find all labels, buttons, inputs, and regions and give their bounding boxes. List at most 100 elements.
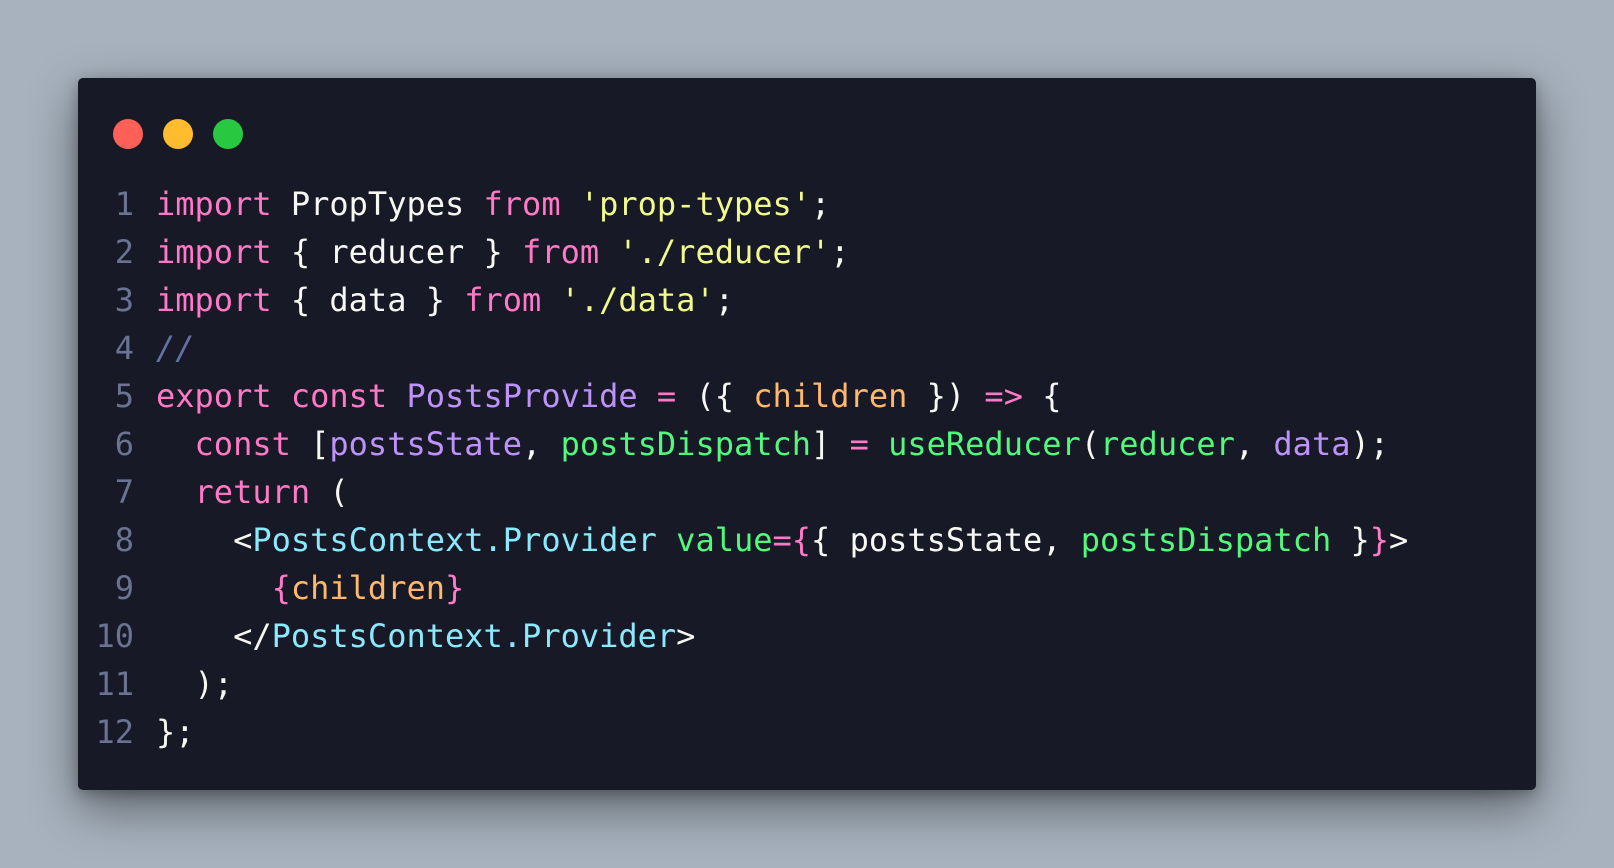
line-content: import { data } from './data'; <box>156 276 734 324</box>
code-line: 3 import { data } from './data'; <box>78 276 1408 324</box>
code-token: from <box>464 281 542 319</box>
code-token: children <box>753 377 908 415</box>
code-token: PostsProvide <box>406 377 638 415</box>
code-token: ({ <box>676 377 754 415</box>
line-number: 10 <box>95 617 134 655</box>
code-token: './data' <box>560 281 715 319</box>
code-token: { <box>271 569 291 607</box>
line-number: 8 <box>114 521 134 559</box>
code-token: const <box>194 425 291 463</box>
code-window: 1 import PropTypes from 'prop-types'; 2 imp… <box>78 78 1536 790</box>
code-token: { data } <box>271 281 465 319</box>
code-token: [ <box>290 425 330 463</box>
code-token: { reducer } <box>271 233 523 271</box>
code-line: 1 import PropTypes from 'prop-types'; <box>78 180 1408 228</box>
code-token: , <box>1234 425 1274 463</box>
line-content: const [postsState, postsDispatch] = useR… <box>156 420 1389 468</box>
code-token: ); <box>1350 425 1389 463</box>
code-line: 10 </PostsContext.Provider> <box>78 612 1408 660</box>
code-token: }; <box>156 713 195 751</box>
line-number: 12 <box>95 713 134 751</box>
line-number: 3 <box>114 281 134 319</box>
code-line: 12}; <box>78 708 1408 756</box>
line-content: import { reducer } from './reducer'; <box>156 228 850 276</box>
code-token: ( <box>310 473 349 511</box>
code-token: { <box>791 521 812 559</box>
code-token: = <box>772 521 792 559</box>
line-content: return ( <box>156 468 349 516</box>
code-token: PostsContext.Provider <box>252 521 657 559</box>
line-number: 9 <box>114 569 134 607</box>
code-line: 8 <PostsContext.Provider value={{ postsS… <box>78 516 1409 564</box>
code-line: 7 return ( <box>78 468 1408 516</box>
code-line: 9 {children} <box>78 564 1408 612</box>
code-token: PostsContext.Provider <box>271 617 677 655</box>
line-content: // <box>156 324 195 372</box>
window-controls <box>113 119 263 149</box>
code-token: ] <box>811 425 850 463</box>
code-token: import <box>156 185 272 223</box>
code-token: postsState <box>329 425 523 463</box>
code-token: children <box>290 569 445 607</box>
code-token: value <box>676 521 773 559</box>
code-token: ; <box>811 185 831 223</box>
code-token: export <box>156 377 272 415</box>
code-token: ; <box>830 233 850 271</box>
close-dot[interactable] <box>113 119 143 149</box>
line-number: 6 <box>114 425 134 463</box>
code-token: ); <box>156 665 234 703</box>
line-content: export const PostsProvide = ({ children … <box>156 372 1061 420</box>
code-token: } <box>444 569 465 607</box>
code-token: ; <box>714 281 734 319</box>
code-token: > <box>676 617 696 655</box>
maximize-dot[interactable] <box>213 119 243 149</box>
code-token: } <box>1369 521 1389 559</box>
code-token: < <box>156 521 253 559</box>
line-number: 5 <box>114 377 134 415</box>
code-token: postsDispatch <box>560 425 812 463</box>
code-token: ( <box>1080 425 1101 463</box>
code-token: </ <box>156 617 272 655</box>
code-token: from <box>483 185 561 223</box>
code-token: PropTypes <box>271 185 484 223</box>
code-token: { postsState, <box>811 521 1081 559</box>
line-content: <PostsContext.Provider value={{ postsSta… <box>156 516 1408 564</box>
code-line: 5 export const PostsProvide = ({ children… <box>78 372 1408 420</box>
code-line: 6 const [postsState, postsDispatch] = us… <box>78 420 1408 468</box>
code-token: from <box>522 233 600 271</box>
code-token: = <box>849 425 869 463</box>
line-content: </PostsContext.Provider> <box>156 612 695 660</box>
code-line: 4 // <box>78 324 1408 372</box>
code-token: , <box>522 425 561 463</box>
code-token: }) <box>907 377 985 415</box>
code-token: = <box>656 377 677 415</box>
code-token: // <box>156 329 195 367</box>
minimize-dot[interactable] <box>163 119 193 149</box>
line-number: 4 <box>114 329 134 367</box>
code-token: > <box>1389 521 1409 559</box>
line-content: import PropTypes from 'prop-types'; <box>156 180 830 228</box>
code-token: const <box>290 377 388 415</box>
code-token: data <box>1273 425 1351 463</box>
code-token: 'prop-types' <box>579 185 812 223</box>
line-number: 2 <box>114 233 134 271</box>
line-content: ); <box>156 660 234 708</box>
line-number: 1 <box>114 185 134 223</box>
line-content: }; <box>156 708 195 756</box>
code-token: => <box>984 377 1023 415</box>
code-block: 1 import PropTypes from 'prop-types'; 2 imp… <box>78 180 1408 756</box>
code-token: useReducer <box>888 425 1081 463</box>
code-token: postsDispatch <box>1080 521 1332 559</box>
code-token: './reducer' <box>618 233 831 271</box>
code-token: reducer <box>1100 425 1235 463</box>
code-token: import <box>156 281 272 319</box>
line-number: 7 <box>114 473 134 511</box>
code-token: { <box>1022 377 1062 415</box>
